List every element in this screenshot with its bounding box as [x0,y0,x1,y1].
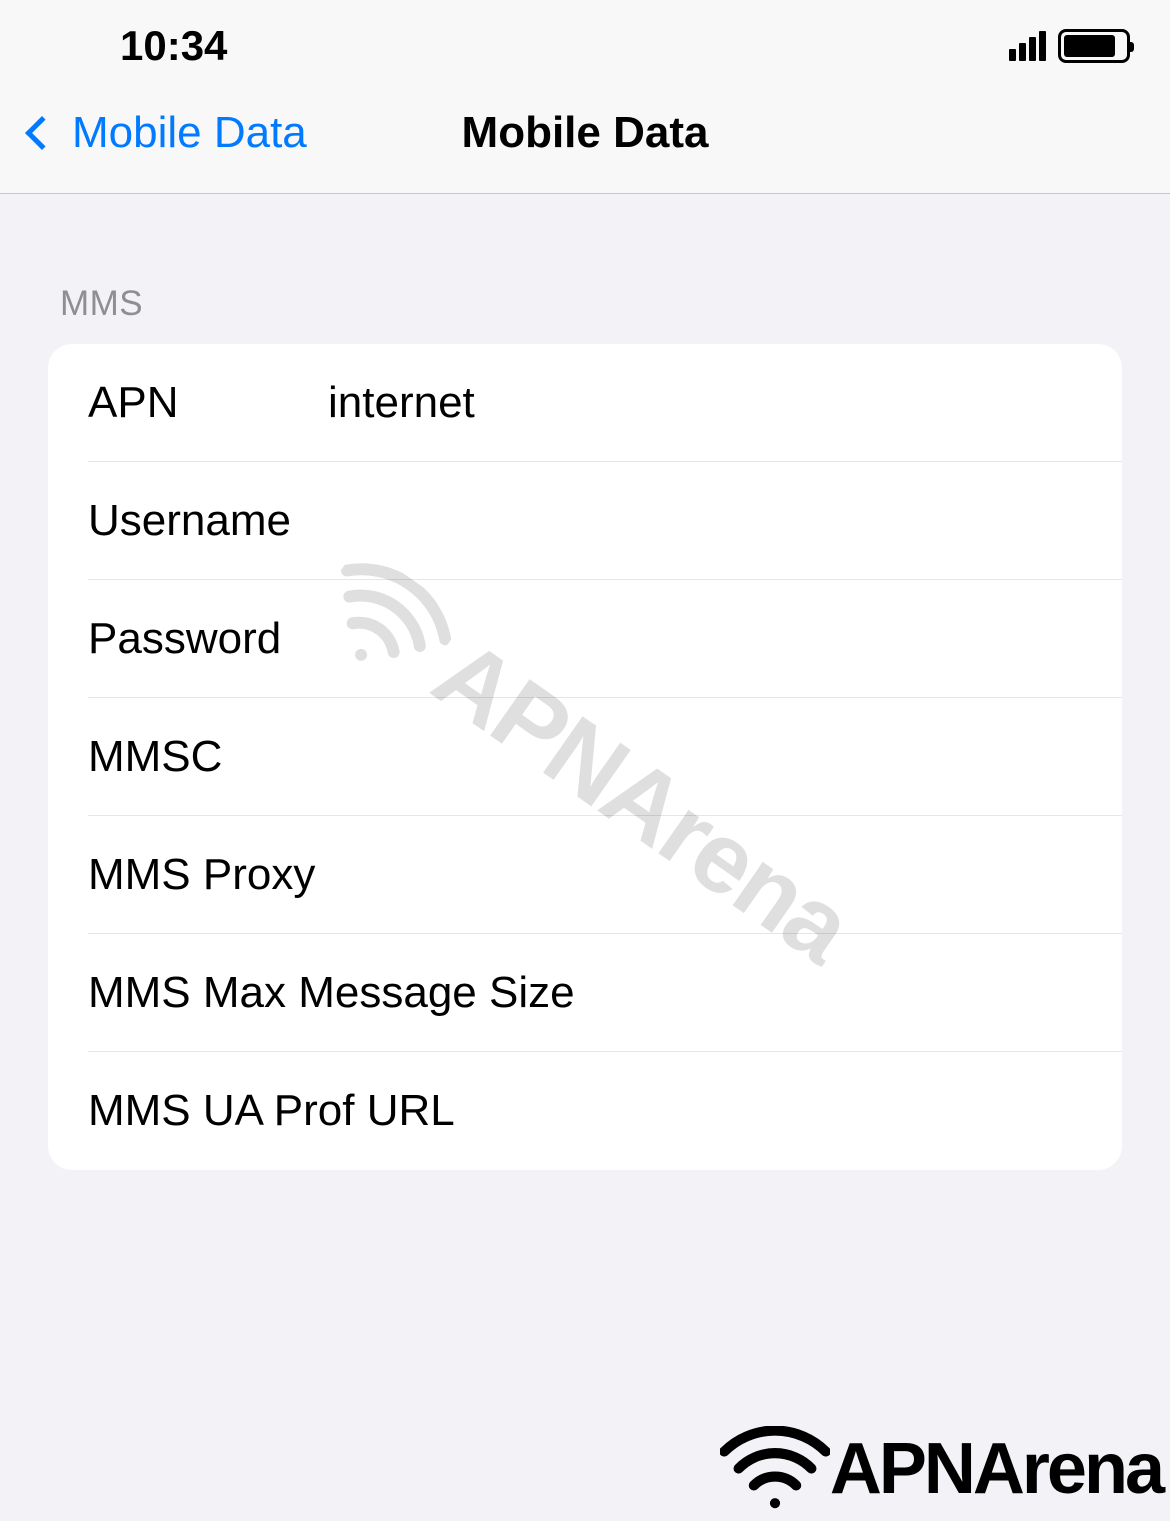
content-area: MMS APN Username Password MMSC MMS Proxy… [0,194,1170,1170]
back-button[interactable]: Mobile Data [20,108,307,158]
mms-proxy-input[interactable] [328,850,1122,900]
row-label: MMS Proxy [88,850,328,900]
mms-max-size-input[interactable] [575,968,1122,1018]
row-label: MMS UA Prof URL [88,1086,455,1136]
row-label: MMSC [88,732,328,782]
settings-row-mms-ua-prof[interactable]: MMS UA Prof URL [88,1052,1122,1170]
settings-row-password[interactable]: Password [88,580,1122,698]
settings-row-mms-proxy[interactable]: MMS Proxy [88,816,1122,934]
settings-row-mmsc[interactable]: MMSC [88,698,1122,816]
battery-icon [1058,29,1130,63]
settings-row-username[interactable]: Username [88,462,1122,580]
back-button-label: Mobile Data [72,108,307,158]
settings-row-apn[interactable]: APN [88,344,1122,462]
row-label: Password [88,614,328,664]
mmsc-input[interactable] [328,732,1122,782]
section-header-mms: MMS [48,194,1122,344]
cellular-signal-icon [1009,31,1046,61]
row-label: Username [88,496,328,546]
brand-footer: APNArena [712,1416,1170,1521]
chevron-left-icon [25,116,59,150]
page-title: Mobile Data [462,108,709,158]
settings-group-mms: APN Username Password MMSC MMS Proxy MMS… [48,344,1122,1170]
password-input[interactable] [328,614,1122,664]
username-input[interactable] [328,496,1122,546]
brand-footer-text: APNArena [830,1428,1162,1510]
mms-ua-prof-input[interactable] [455,1086,1122,1136]
wifi-icon [720,1426,830,1511]
row-label: APN [88,378,328,428]
status-bar: 10:34 [0,0,1170,80]
navigation-bar: Mobile Data Mobile Data [0,80,1170,194]
apn-input[interactable] [328,378,1122,428]
status-time: 10:34 [40,22,227,70]
settings-row-mms-max-size[interactable]: MMS Max Message Size [88,934,1122,1052]
row-label: MMS Max Message Size [88,968,575,1018]
status-icons [1009,29,1130,63]
